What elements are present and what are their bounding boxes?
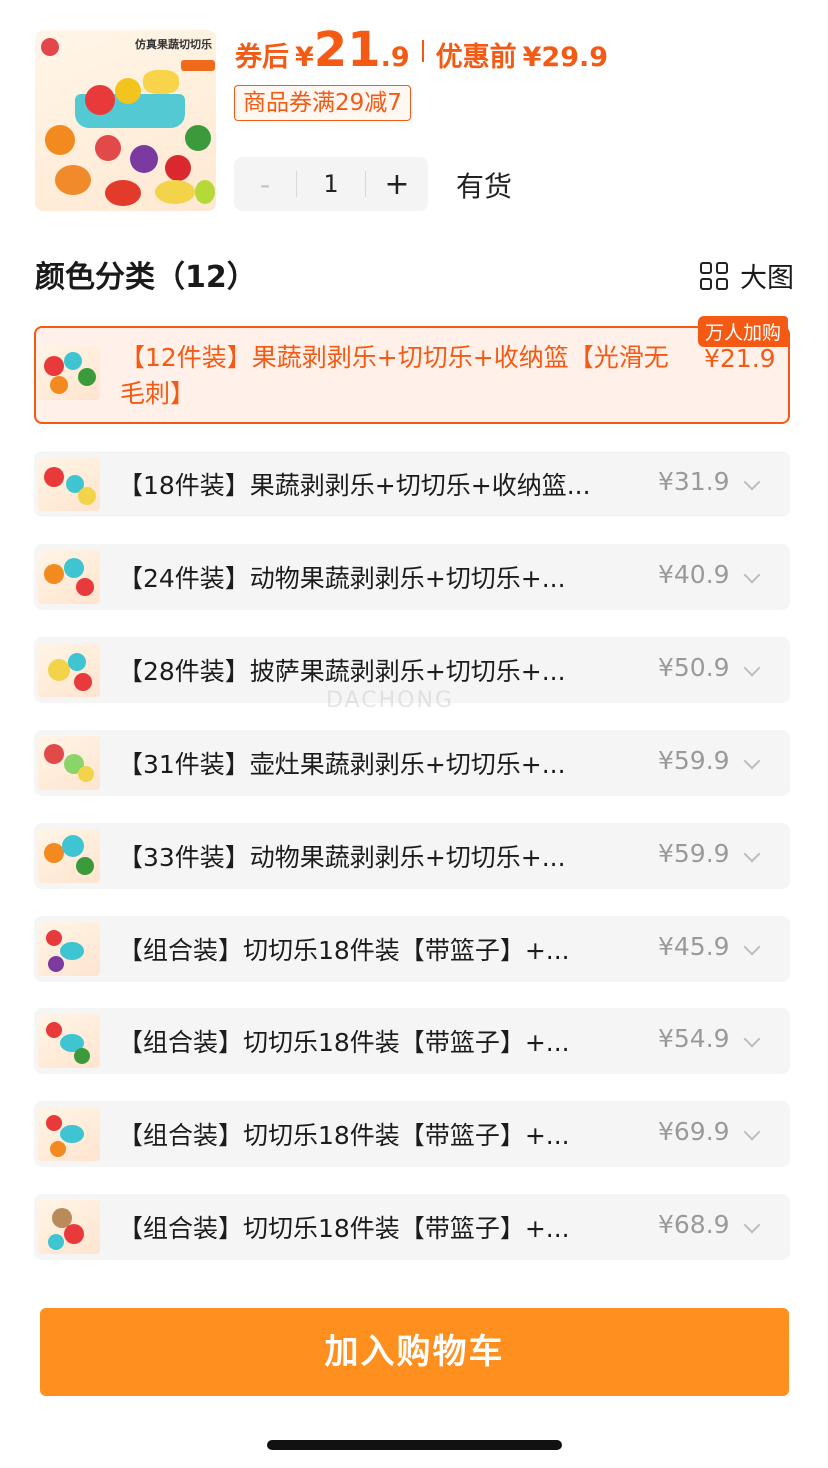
option-price: ¥54.9 [658,1024,730,1053]
option-item[interactable]: 【31件装】壶灶果蔬剥剥乐+切切乐+... ¥59.9 [34,730,790,796]
option-item-selected[interactable]: 【12件装】果蔬剥剥乐+切切乐+收纳篮【光滑无毛刺】 ¥21.9 万人加购 [34,316,790,424]
brand-logo [41,38,59,56]
option-name: 【12件装】果蔬剥剥乐+切切乐+收纳篮【光滑无毛刺】 [120,343,669,408]
large-view-label: 大图 [740,263,794,294]
chevron-down-icon[interactable] [743,473,761,491]
option-name: 【组合装】切切乐18件装【带篮子】+... [118,1028,570,1057]
chevron-down-icon[interactable] [743,659,761,677]
after-coupon-label: 券后 [235,42,289,73]
chevron-down-icon[interactable] [743,1030,761,1048]
option-price: ¥59.9 [658,839,730,868]
option-item[interactable]: 【组合装】切切乐18件装【带篮子】+... ¥69.9 [34,1101,790,1167]
option-name: 【组合装】切切乐18件装【带篮子】+... [118,936,570,965]
before-discount-label: 优惠前 [435,42,517,73]
option-price: ¥69.9 [658,1117,730,1146]
chevron-down-icon[interactable] [743,566,761,584]
option-item[interactable]: 【组合装】切切乐18件装【带篮子】+... ¥45.9 [34,916,790,982]
option-price: ¥21.9 [704,344,776,373]
before-discount-price: ¥29.9 [522,42,609,73]
currency-symbol: ¥ [295,42,314,73]
chevron-down-icon[interactable] [743,845,761,863]
price-divider [421,40,424,62]
option-item[interactable]: 【组合装】切切乐18件装【带篮子】+... ¥68.9 [34,1194,790,1260]
add-to-cart-button[interactable]: 加入购物车 [40,1308,789,1396]
home-indicator[interactable] [267,1440,562,1450]
option-item[interactable]: 【组合装】切切乐18件装【带篮子】+... ¥54.9 [34,1008,790,1074]
product-image[interactable]: 仿真果蔬切切乐 [35,30,216,211]
chevron-down-icon[interactable] [743,938,761,956]
watermark: DACHONG [326,688,454,713]
section-title: 颜色分类（12） [35,260,257,295]
option-item[interactable]: 【24件装】动物果蔬剥剥乐+切切乐+... ¥40.9 [34,544,790,610]
option-name: 【18件装】果蔬剥剥乐+切切乐+收纳篮... [118,471,591,500]
option-name: 【24件装】动物果蔬剥剥乐+切切乐+... [118,564,566,593]
grid-icon [700,261,728,290]
option-thumbnail [38,550,100,604]
option-thumbnail [38,736,100,790]
option-price: ¥59.9 [658,746,730,775]
option-thumbnail [38,922,100,976]
after-coupon-price-dec: .9 [380,42,410,73]
stock-status: 有货 [456,170,513,203]
product-image-title: 仿真果蔬切切乐 [135,38,212,51]
quantity-value[interactable]: 1 [297,170,365,198]
after-coupon-price-int: 21 [313,22,381,78]
option-name: 【组合装】切切乐18件装【带篮子】+... [118,1121,570,1150]
option-thumbnail [38,1107,100,1161]
chevron-down-icon[interactable] [743,1123,761,1141]
option-price: ¥40.9 [658,560,730,589]
option-price: ¥50.9 [658,653,730,682]
decrease-button[interactable]: - [234,168,296,201]
option-item[interactable]: 【18件装】果蔬剥剥乐+切切乐+收纳篮... ¥31.9 [34,451,790,517]
quantity-stepper: - 1 + [234,157,428,211]
option-thumbnail [38,1014,100,1068]
option-name: 【31件装】壶灶果蔬剥剥乐+切切乐+... [118,750,566,779]
option-name: 【28件装】披萨果蔬剥剥乐+切切乐+... [118,657,566,686]
option-price: ¥68.9 [658,1210,730,1239]
option-thumbnail [38,457,100,511]
increase-button[interactable]: + [366,167,428,202]
popular-badge: 万人加购 [697,316,788,347]
price-row: 券后 ¥ 21 .9 优惠前 ¥29.9 [235,26,608,76]
chevron-down-icon[interactable] [743,1216,761,1234]
large-view-toggle[interactable]: 大图 [700,256,794,295]
option-thumbnail [38,1200,100,1254]
option-name: 【组合装】切切乐18件装【带篮子】+... [118,1214,570,1243]
coupon-badge: 商品券满29减7 [234,85,411,121]
option-thumbnail [38,346,100,400]
option-item[interactable]: 【33件装】动物果蔬剥剥乐+切切乐+... ¥59.9 [34,823,790,889]
option-thumbnail [38,829,100,883]
option-price: ¥31.9 [658,467,730,496]
option-name: 【33件装】动物果蔬剥剥乐+切切乐+... [118,843,566,872]
option-thumbnail [38,643,100,697]
option-price: ¥45.9 [658,932,730,961]
product-image-tag [181,60,215,71]
chevron-down-icon[interactable] [743,752,761,770]
